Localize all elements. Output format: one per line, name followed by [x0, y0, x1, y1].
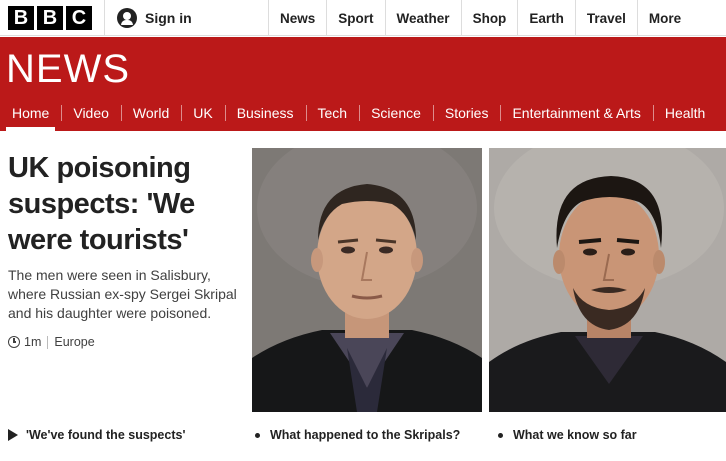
news-nav-tech[interactable]: Tech: [305, 95, 360, 131]
sign-in-label: Sign in: [145, 10, 192, 26]
news-nav-world[interactable]: World: [120, 95, 181, 131]
portrait-image: [489, 148, 726, 412]
story-section-link[interactable]: Europe: [54, 335, 94, 349]
suspect-photo-1[interactable]: [252, 148, 482, 412]
news-logo[interactable]: NEWS: [6, 47, 130, 92]
top-nav-news[interactable]: News: [268, 0, 326, 36]
news-nav-health[interactable]: Health: [652, 95, 717, 131]
story-meta: 1m Europe: [8, 335, 240, 349]
portrait-image: [252, 148, 482, 412]
user-icon: [117, 8, 137, 28]
bbc-logo[interactable]: B B C: [8, 6, 92, 30]
play-icon: [8, 429, 18, 441]
logo-letter: C: [66, 6, 92, 30]
bullet-icon: [255, 432, 260, 438]
related-link-label: 'We've found the suspects': [26, 428, 186, 442]
news-nav-business[interactable]: Business: [224, 95, 306, 131]
top-nav-earth[interactable]: Earth: [517, 0, 575, 36]
logo-letter: B: [37, 6, 63, 30]
story-summary: The men were seen in Salisbury, where Ru…: [8, 267, 237, 321]
related-link-label: What we know so far: [513, 428, 637, 442]
related-link-skripals[interactable]: What happened to the Skripals?: [255, 428, 460, 442]
top-nav-more[interactable]: More: [636, 0, 692, 36]
news-section-nav: Home Video World UK Business Tech Scienc…: [0, 95, 717, 131]
top-nav-travel[interactable]: Travel: [574, 0, 637, 36]
news-nav-entertainment-arts[interactable]: Entertainment & Arts: [500, 95, 652, 131]
related-link-label: What happened to the Skripals?: [270, 428, 461, 442]
story-timestamp: 1m: [24, 335, 42, 349]
top-nav-sport[interactable]: Sport: [326, 0, 384, 36]
news-nav-video[interactable]: Video: [61, 95, 121, 131]
meta-divider: [47, 335, 49, 349]
related-video-link[interactable]: 'We've found the suspects': [8, 428, 185, 442]
top-nav: News Sport Weather Shop Earth Travel Mor…: [268, 0, 692, 36]
bullet-icon: [498, 432, 503, 438]
top-story: UK poisoning suspects: 'We were tourists…: [8, 150, 240, 349]
news-nav-uk[interactable]: UK: [181, 95, 224, 131]
news-nav-science[interactable]: Science: [359, 95, 433, 131]
related-link-what-we-know[interactable]: What we know so far: [498, 428, 637, 442]
suspect-photo-2[interactable]: [489, 148, 726, 412]
news-nav-stories[interactable]: Stories: [432, 95, 501, 131]
top-nav-weather[interactable]: Weather: [384, 0, 461, 36]
global-nav-bar: B B C Sign in News Sport Weather Shop Ea…: [0, 0, 726, 36]
clock-icon: [8, 336, 20, 348]
top-nav-shop[interactable]: Shop: [460, 0, 518, 36]
sign-in-button[interactable]: Sign in: [104, 0, 268, 36]
news-header: NEWS Home Video World UK Business Tech S…: [0, 37, 726, 131]
story-headline[interactable]: UK poisoning suspects: 'We were tourists…: [8, 150, 240, 258]
news-nav-home[interactable]: Home: [0, 95, 62, 131]
logo-letter: B: [8, 6, 34, 30]
